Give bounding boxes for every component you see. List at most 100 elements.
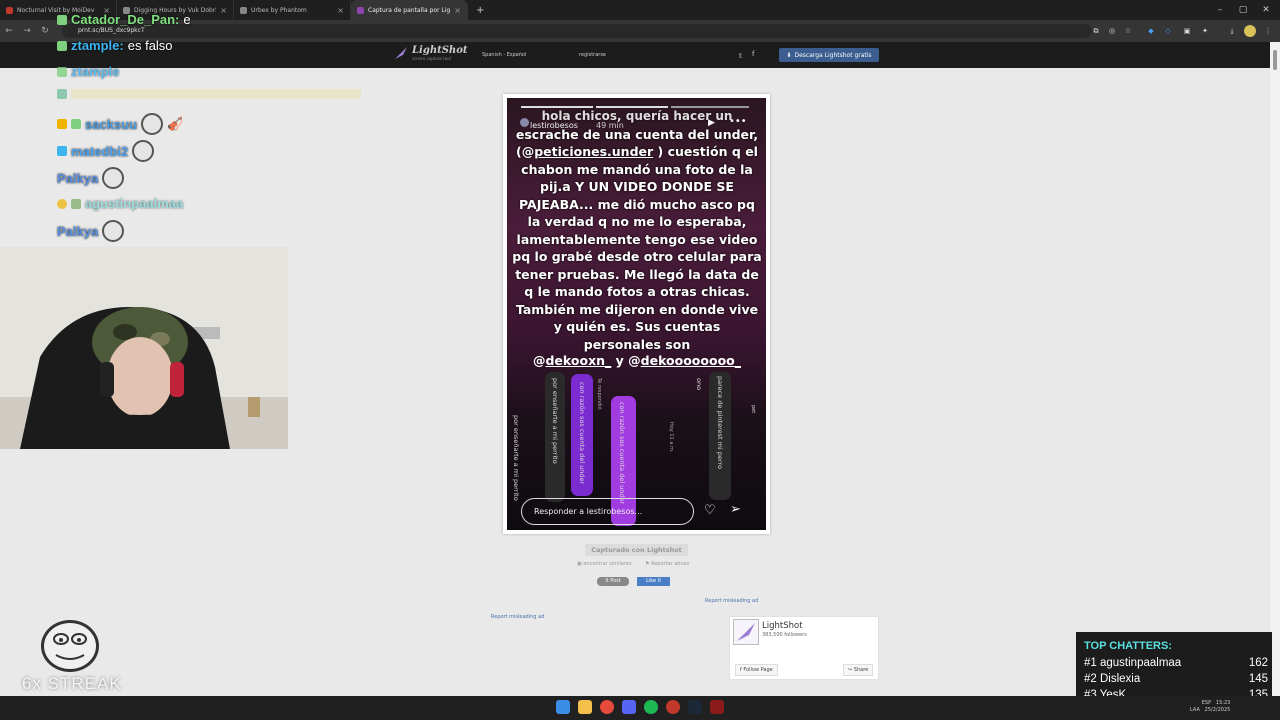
share-icon[interactable]: ⧉ (1090, 25, 1102, 37)
share-button[interactable]: ↪ Share (843, 664, 874, 676)
chat-text: con razón sos cuenta del under (618, 402, 626, 505)
report-ad-link[interactable]: Report misleading ad (491, 614, 544, 620)
badge-icon (57, 89, 67, 99)
story-text: hola chicos, quería hacer un escrache de… (512, 109, 762, 352)
top-chatter-row: #1 agustinpaalmaa 162 (1084, 657, 1268, 669)
emote-icon (102, 167, 125, 189)
language-select[interactable]: Spanish - Español (482, 52, 526, 58)
tab-favicon-icon (6, 6, 13, 14)
faded-message (71, 89, 361, 99)
twitter-icon[interactable]: 𝕥 (739, 52, 742, 60)
chat-message: ztample: es falso (57, 38, 173, 53)
chat-text: pet (750, 405, 756, 414)
badge-icon (71, 119, 81, 129)
url-field[interactable]: prnt.sc/BUS_dxc9pkcT (62, 24, 1092, 38)
feather-icon (737, 623, 755, 641)
webcam-feed (0, 247, 288, 449)
emote-icon (132, 140, 155, 162)
streak-label: 6x STREAK (22, 674, 122, 693)
chat-text: con razón sos cuenta del under (578, 382, 586, 485)
puzzle-icon[interactable]: ✦ (1199, 25, 1211, 37)
lightshot-logo[interactable]: LightShot screen capture tool (394, 45, 468, 61)
close-tab-icon[interactable]: × (220, 6, 227, 15)
back-icon[interactable]: ← (0, 26, 18, 36)
facebook-followers: 383,500 followers (762, 632, 807, 638)
extension-icon[interactable]: ◆ (1145, 25, 1157, 37)
discord-icon[interactable] (622, 700, 636, 714)
browser-tab[interactable]: Urbex by Phantom × (234, 0, 351, 20)
chat-text: Hoy 11 a.m. (668, 422, 674, 453)
heart-icon: ♡ (704, 503, 716, 518)
spotify-icon[interactable] (644, 700, 658, 714)
streamer-image (0, 247, 288, 449)
crown-icon (57, 119, 67, 129)
troll-face-icon (53, 633, 87, 660)
maximize-icon[interactable]: ▢ (1233, 0, 1253, 20)
story-reply-input: Responder a lestirobesos... (521, 498, 694, 525)
chat-text: ono (695, 378, 703, 391)
report-ad-link[interactable]: Report misleading ad (705, 598, 758, 604)
eye-off-icon[interactable]: ◎ (1106, 25, 1118, 37)
download-lightshot-button[interactable]: ⬇ Descarga Lightshot gratis (779, 48, 879, 62)
tab-favicon-icon (357, 6, 364, 14)
facebook-like-button[interactable]: Like 0 (637, 577, 670, 586)
steam-icon[interactable] (688, 700, 702, 714)
facebook-page-name[interactable]: LightShot (762, 621, 803, 631)
chat-message: ztample (57, 64, 119, 79)
download-icon: ⬇ (786, 51, 792, 59)
star-icon[interactable]: ☆ (1122, 25, 1134, 37)
sidebar-icon[interactable]: ▣ (1181, 25, 1193, 37)
start-icon[interactable] (556, 700, 570, 714)
feather-icon (395, 47, 407, 59)
profile-avatar[interactable] (1244, 25, 1256, 37)
register-link[interactable]: registrarse (579, 52, 606, 58)
x-post-button[interactable]: X Post (597, 577, 629, 586)
violin-icon: 🎻 (167, 116, 184, 131)
streak-emote-icon (41, 620, 99, 672)
windows-taskbar (0, 696, 1280, 720)
lightshot-page-thumbnail[interactable] (733, 619, 759, 645)
browser-tab-bar: Nocturnal Visit by MoiDev × Digging Hours… (0, 0, 1280, 20)
browser-tab-active[interactable]: Captura de pantalla por Lightshot× (351, 0, 468, 20)
emote-icon (102, 220, 125, 242)
new-tab-button[interactable]: + (468, 5, 484, 16)
minimize-icon[interactable]: – (1210, 0, 1230, 20)
story-handles: @dekooxn_ y @dekoooooooo_ (532, 353, 741, 368)
close-tab-icon[interactable]: × (454, 6, 461, 15)
captured-label: Capturado con Lightshot (585, 544, 688, 556)
top-chatters-title: TOP CHATTERS: (1084, 640, 1173, 652)
send-icon: ➢ (730, 502, 741, 517)
badge-icon (57, 40, 67, 51)
file-explorer-icon[interactable] (578, 700, 592, 714)
chat-message: sacksuu 🎻 (57, 113, 183, 135)
chat-text: por enseñarte a mi perrito (551, 378, 559, 464)
reload-icon[interactable]: ↻ (36, 26, 54, 36)
chat-text: parece de pinterest mi perro (716, 376, 724, 469)
emote-icon (141, 113, 164, 135)
close-window-icon[interactable]: ✕ (1256, 0, 1276, 20)
badge-icon (57, 66, 67, 77)
chat-message: Palkya (57, 167, 125, 189)
find-similar-link[interactable]: ▣ encontrar similares (577, 561, 632, 567)
app-icon[interactable] (710, 700, 724, 714)
system-tray[interactable]: ESP 15:23 LAA 25/2/2025 (1190, 700, 1230, 714)
extension-icon[interactable]: ◇ (1162, 25, 1174, 37)
chat-message (57, 89, 361, 99)
close-tab-icon[interactable]: × (337, 6, 344, 15)
badge-icon (57, 198, 67, 209)
chat-message: agustinpaalmaa (57, 196, 183, 211)
top-chatter-row: #2 Dislexia 145 (1084, 673, 1268, 685)
page-scrollbar[interactable] (1270, 42, 1280, 696)
facebook-icon[interactable]: f (752, 50, 754, 58)
download-icon[interactable]: ⤓ (1226, 25, 1238, 37)
chrome-icon[interactable] (600, 700, 614, 714)
obs-icon[interactable] (666, 700, 680, 714)
scrollbar-thumb[interactable] (1273, 50, 1277, 70)
follow-page-button[interactable]: f Follow Page (735, 664, 778, 676)
chat-message: Palkya (57, 220, 125, 242)
menu-icon[interactable]: ⋮ (1262, 25, 1274, 37)
chat-message: Catador_De_Pan: e (57, 12, 191, 27)
forward-icon[interactable]: → (18, 26, 36, 36)
badge-icon (57, 14, 67, 25)
report-abuse-link[interactable]: ⚑ Reportar abuso (645, 561, 689, 567)
